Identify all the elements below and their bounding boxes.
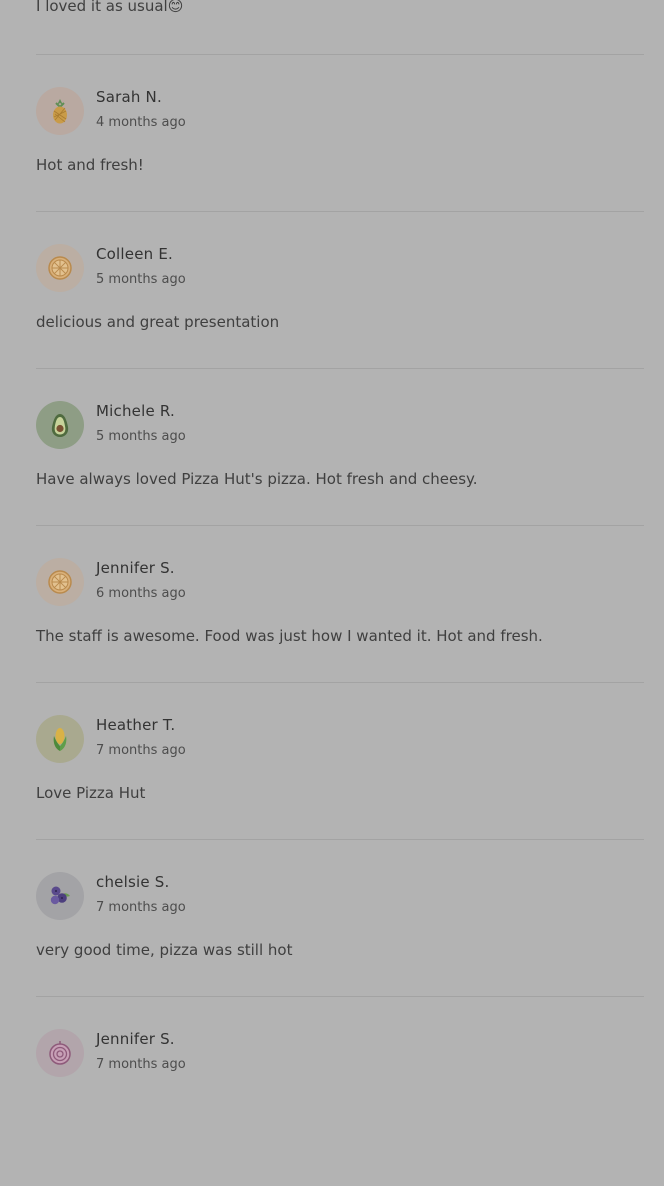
review-item: Colleen E. 5 months ago delicious and gr… [36,244,644,401]
divider [36,996,644,997]
avatar [36,87,84,135]
divider [36,368,644,369]
divider [36,525,644,526]
review-time: 7 months ago [96,1057,186,1072]
reviewer-name: Michele R. [96,402,175,420]
avatar [36,1029,84,1077]
review-time: 6 months ago [96,586,186,601]
reviewer-name: Jennifer S. [96,1030,175,1048]
divider [36,682,644,683]
review-time: 5 months ago [96,272,186,287]
orange-slice-icon [48,256,72,280]
review-item: Sarah N. 4 months ago Hot and fresh! [36,87,644,244]
avatar [36,872,84,920]
avatar [36,244,84,292]
review-item: chelsie S. 7 months ago very good time, … [36,872,644,1029]
divider [36,54,644,55]
review-text: very good time, pizza was still hot [36,941,293,959]
avocado-icon [51,414,69,437]
review-text: The staff is awesome. Food was just how … [36,627,543,645]
review-time: 5 months ago [96,429,186,444]
avatar [36,558,84,606]
review-text: delicious and great presentation [36,313,280,331]
review-text: Love Pizza Hut [36,784,146,802]
divider [36,839,644,840]
review-time: 7 months ago [96,743,186,758]
review-text: I loved it as usual😊 [36,0,184,15]
review-text: Have always loved Pizza Hut's pizza. Hot… [36,470,478,488]
corn-icon [53,728,67,751]
review-item: Jennifer S. 7 months ago [36,1029,644,1186]
avatar [36,401,84,449]
review-item: Michele R. 5 months ago Have always love… [36,401,644,558]
reviewer-name: Sarah N. [96,88,162,106]
divider [36,211,644,212]
orange-slice-icon [48,570,72,594]
reviewer-name: Colleen E. [96,245,173,263]
reviewer-name: Jennifer S. [96,559,175,577]
pineapple-icon [53,99,67,124]
onion-icon [49,1041,71,1065]
avatar [36,715,84,763]
review-item: Jennifer S. 6 months ago The staff is aw… [36,558,644,715]
review-text: Hot and fresh! [36,156,144,174]
blueberries-icon [50,886,70,905]
review-item: Heather T. 7 months ago Love Pizza Hut [36,715,644,872]
reviewer-name: Heather T. [96,716,176,734]
review-time: 7 months ago [96,900,186,915]
reviewer-name: chelsie S. [96,873,170,891]
review-time: 4 months ago [96,115,186,130]
